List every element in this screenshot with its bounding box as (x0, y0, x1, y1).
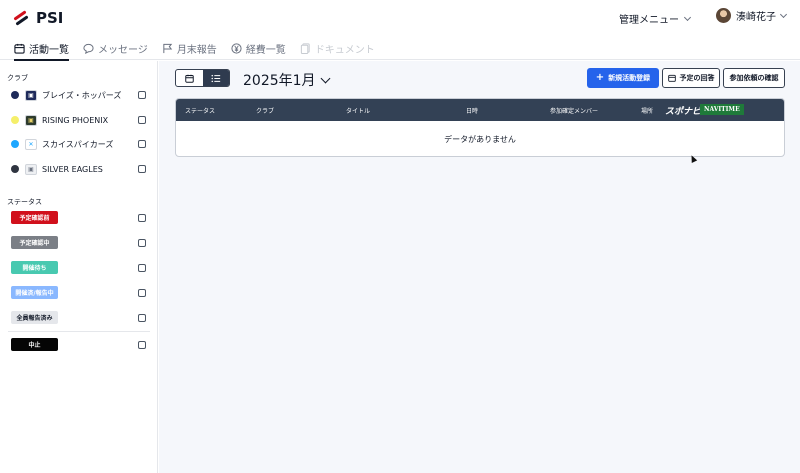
calendar-view-button[interactable] (176, 70, 203, 86)
club-section-title: クラブ (7, 74, 28, 82)
main-tabs: 活動一覧 メッセージ 月末報告 経費一覧 ドキュメント (0, 36, 800, 61)
tab-messages[interactable]: メッセージ (83, 36, 148, 60)
tab-activities[interactable]: 活動一覧 (14, 36, 69, 61)
month-selector[interactable]: 2025年1月 (243, 70, 330, 90)
club-filter-rising-phoenix[interactable]: ▣ RISING PHOENIX (11, 113, 148, 127)
status-badge: 予定確認前 (11, 211, 58, 224)
top-header: PSI 管理メニュー 湊崎花子 (0, 0, 800, 36)
navitime-logo: NAVITIME (700, 104, 744, 115)
status-filter-all-reported[interactable]: 全員報告済み (11, 311, 148, 325)
column-header-datetime: 日時 (466, 108, 479, 115)
button-label: 新規活動登録 (608, 74, 651, 82)
list-view-button[interactable] (202, 70, 229, 86)
tab-monthly-report[interactable]: 月末報告 (162, 36, 217, 60)
status-badge: 中止 (11, 338, 58, 351)
logo-text: PSI (36, 9, 64, 27)
new-activity-button[interactable]: + 新規活動登録 (587, 68, 659, 88)
document-icon (300, 42, 310, 54)
club-logo-icon: ▣ (25, 114, 37, 126)
admin-menu-dropdown[interactable]: 管理メニュー (619, 11, 692, 26)
tab-label: 経費一覧 (245, 44, 286, 56)
table-header: ステータス クラブ タイトル 日時 参加確定メンバー 場所 スポナビ NAVIT… (176, 99, 784, 121)
club-logo-icon: ✕ (25, 138, 37, 150)
month-label: 2025年1月 (243, 73, 316, 89)
calendar-icon (185, 74, 194, 83)
divider (8, 331, 150, 332)
status-section-title: ステータス (7, 198, 42, 206)
plus-icon: + (595, 72, 605, 83)
admin-menu-label: 管理メニュー (619, 15, 679, 26)
club-filter-blaze-hoppers[interactable]: ▣ ブレイズ・ホッパーズ (11, 88, 148, 102)
empty-state-message: データがありません (444, 135, 516, 144)
status-checkbox[interactable] (138, 341, 146, 349)
message-bubble-icon (83, 43, 94, 54)
main-content: 2025年1月 + 新規活動登録 予定の回答 参加依頼の確認 ステータス クラブ… (159, 61, 800, 473)
club-filter-sky-spikers[interactable]: ✕ スカイスパイカーズ (11, 137, 148, 151)
calendar-icon (14, 43, 25, 54)
club-name: SILVER EAGLES (42, 164, 103, 174)
status-filter-waiting[interactable]: 開催待ち (11, 261, 148, 275)
club-filter-silver-eagles[interactable]: ▣ SILVER EAGLES (11, 162, 148, 176)
club-color-dot (11, 91, 19, 99)
club-name: RISING PHOENIX (42, 115, 109, 125)
tab-label: メッセージ (98, 44, 148, 56)
column-header-location: 場所 (641, 108, 654, 115)
status-checkbox[interactable] (138, 314, 146, 322)
user-menu[interactable]: 湊崎花子 (716, 8, 788, 23)
column-header-members: 参加確定メンバー (550, 108, 599, 115)
tab-documents[interactable]: ドキュメント (300, 36, 375, 60)
avatar (716, 8, 731, 23)
psi-logo-icon (12, 10, 30, 26)
confirm-request-button[interactable]: 参加依頼の確認 (723, 68, 785, 88)
status-checkbox[interactable] (138, 239, 146, 247)
user-name: 湊崎花子 (736, 12, 776, 23)
status-checkbox[interactable] (138, 289, 146, 297)
calendar-icon (667, 74, 676, 82)
list-icon (211, 74, 220, 82)
view-toggle (175, 69, 230, 87)
status-checkbox[interactable] (138, 214, 146, 222)
status-badge: 全員報告済み (11, 311, 58, 324)
club-color-dot (11, 116, 19, 124)
status-filter-before-confirm[interactable]: 予定確認前 (11, 211, 148, 225)
button-label: 参加依頼の確認 (729, 74, 779, 82)
column-header-status: ステータス (185, 108, 216, 115)
app-logo[interactable]: PSI (12, 9, 63, 27)
chevron-down-icon (320, 73, 330, 84)
club-checkbox[interactable] (138, 91, 146, 99)
status-badge: 開催済/報告中 (11, 286, 58, 299)
club-color-dot (11, 165, 19, 173)
club-color-dot (11, 140, 19, 148)
tab-label: 月末報告 (176, 44, 217, 56)
status-checkbox[interactable] (138, 264, 146, 272)
status-badge: 開催待ち (11, 261, 58, 274)
status-filter-held-reporting[interactable]: 開催済/報告中 (11, 286, 148, 300)
club-checkbox[interactable] (138, 165, 146, 173)
tab-label: ドキュメント (314, 44, 375, 56)
button-label: 予定の回答 (679, 74, 715, 82)
club-name: スカイスパイカーズ (42, 139, 114, 149)
tab-label: 活動一覧 (29, 44, 69, 56)
status-filter-cancelled[interactable]: 中止 (11, 338, 148, 352)
status-badge: 予定確認中 (11, 236, 58, 249)
club-logo-icon: ▣ (25, 163, 37, 175)
club-checkbox[interactable] (138, 140, 146, 148)
schedule-answer-button[interactable]: 予定の回答 (662, 68, 720, 88)
club-logo-icon: ▣ (25, 89, 37, 101)
yen-icon (231, 42, 242, 54)
club-checkbox[interactable] (138, 116, 146, 124)
status-filter-confirming[interactable]: 予定確認中 (11, 236, 148, 250)
column-header-club: クラブ (256, 108, 275, 115)
column-header-title: タイトル (346, 108, 371, 115)
club-name: ブレイズ・ホッパーズ (42, 90, 122, 100)
activity-table: ステータス クラブ タイトル 日時 参加確定メンバー 場所 スポナビ NAVIT… (175, 98, 785, 157)
filter-sidebar: クラブ ▣ ブレイズ・ホッパーズ ▣ RISING PHOENIX ✕ スカイス… (0, 61, 158, 473)
chevron-down-icon (779, 10, 788, 18)
flag-icon (163, 43, 173, 53)
sponavi-logo: スポナビ (665, 107, 702, 117)
chevron-down-icon (683, 13, 692, 21)
tab-expenses[interactable]: 経費一覧 (231, 36, 286, 60)
